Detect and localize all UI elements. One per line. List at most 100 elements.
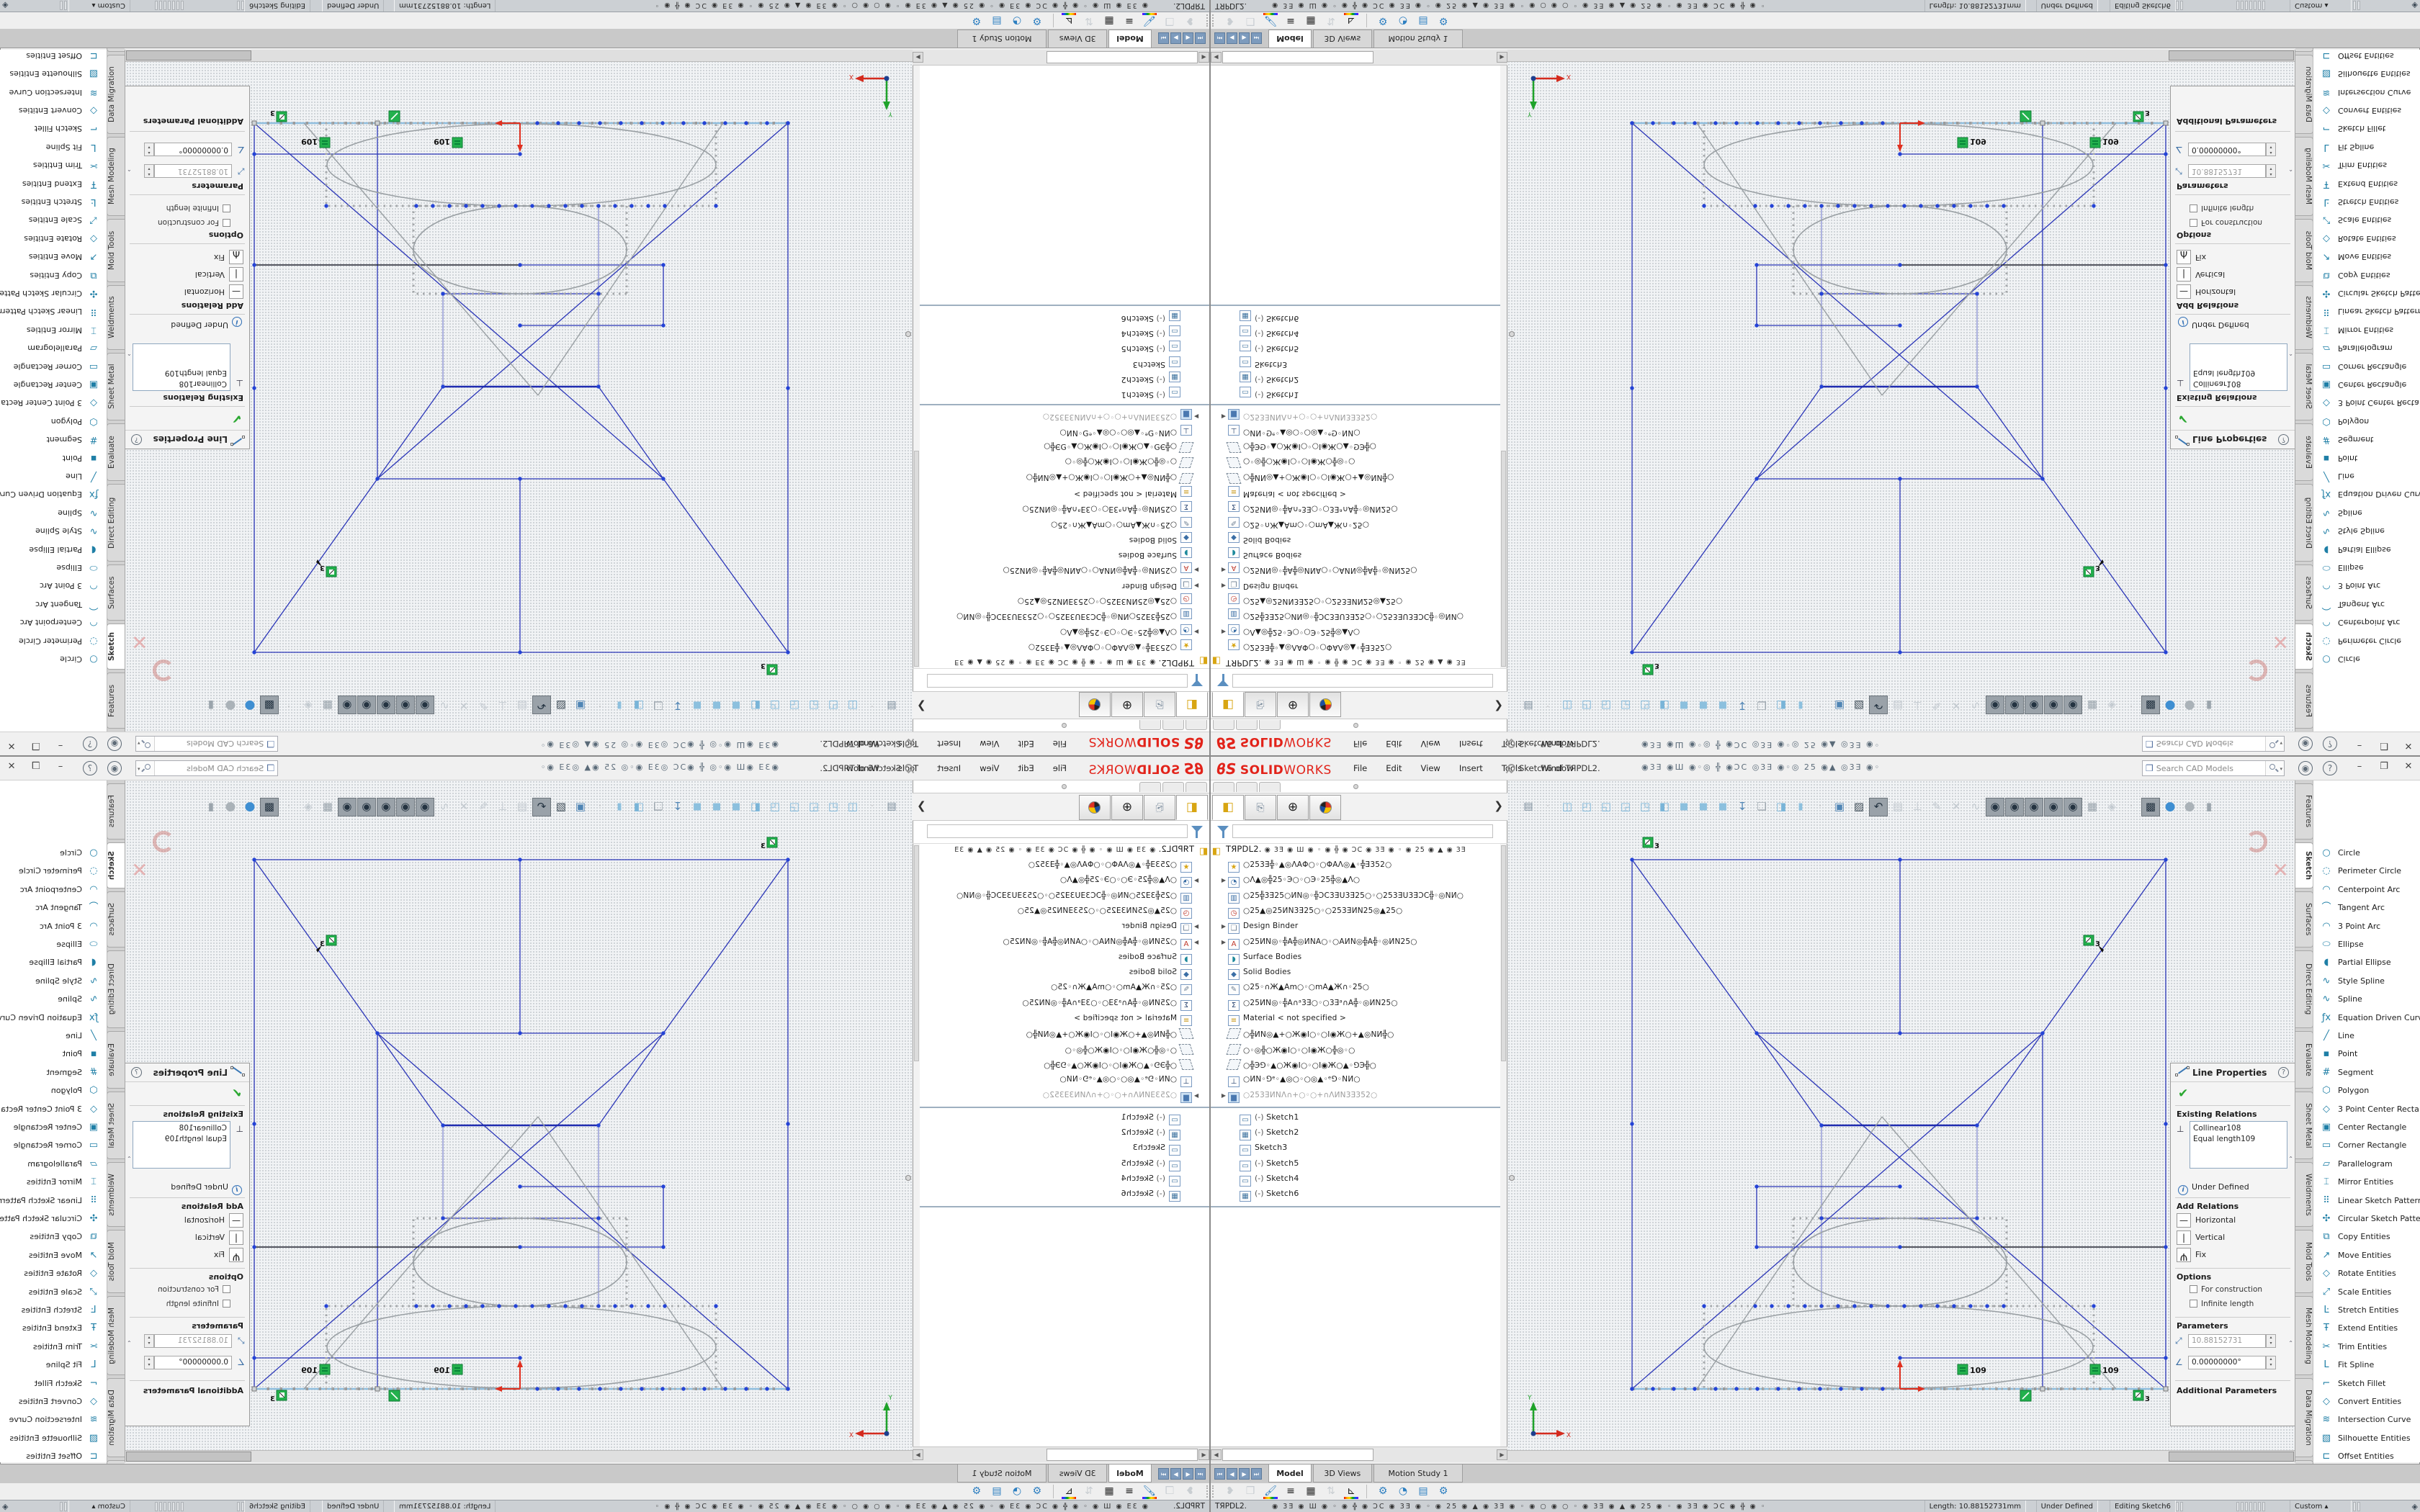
graphics-area[interactable]: ▤·◫◰◱◲◳◧■■■↧❏◨▮·▣▨↶▤⊥✎✕∿◉◉◉◉◉▦◈·▩●●▮ ✕ — [1507, 50, 2295, 732]
tool-line[interactable]: ╱Line — [2313, 1027, 2420, 1045]
model-tab-3d-views[interactable]: 3D Views — [1313, 30, 1372, 48]
panel-tab-stub[interactable] — [1139, 782, 1161, 792]
tab-nav-button[interactable]: ⏮ — [1214, 1468, 1225, 1480]
tree-sketch-item[interactable]: ▭Sketch3 — [1240, 1143, 1500, 1158]
tab-nav-button[interactable]: ⏮ — [1195, 1468, 1206, 1480]
tool-convert-entities[interactable]: ◇Convert Entities — [0, 1392, 107, 1410]
tree-expand-arrow[interactable]: ▶ — [1219, 877, 1228, 883]
tree-sketch-item[interactable]: ▭(-) Sketch4 — [920, 1174, 1180, 1189]
tool-move-entities[interactable]: ↗Move Entities — [2313, 248, 2420, 266]
tool-3-point-center-recta-[interactable]: ◇3 Point Center Recta... — [0, 394, 107, 412]
tool-copy-entities[interactable]: ⧉Copy Entities — [0, 266, 107, 284]
tree-item[interactable]: ○╬Э⅁◦▲○Ж◉I○◦○I◉Ж○▲◦⅁Э╬○ — [1219, 438, 1500, 453]
relation-item[interactable]: Collinear108 — [2193, 378, 2284, 389]
close-button[interactable]: ✕ — [2399, 761, 2418, 772]
bottom-toolbar-icon[interactable]: ▦ — [1301, 1484, 1320, 1499]
tree-sketch-item[interactable]: ▦(-) Sketch2 — [920, 369, 1180, 384]
bottom-toolbar-icon[interactable]: ◔ — [1008, 1484, 1026, 1499]
tool-segment[interactable]: #Segment — [2313, 1063, 2420, 1081]
tree-item[interactable]: ◗Surface Bodies — [1219, 545, 1500, 560]
tool-copy-entities[interactable]: ⧉Copy Entities — [2313, 1228, 2420, 1246]
search-input[interactable]: Search CAD Models — [2156, 739, 2265, 749]
tab-nav-button[interactable]: ▶ — [1239, 1468, 1250, 1480]
tool-linear-sketch-pattern[interactable]: ⠿Linear Sketch Pattern — [2313, 302, 2420, 320]
tool-mirror-entities[interactable]: ⌶Mirror Entities — [2313, 321, 2420, 339]
collapse-caret-icon[interactable]: ⌃ — [127, 1340, 132, 1346]
tree-sketch-item[interactable]: ▭(-) Sketch4 — [920, 323, 1180, 338]
tool-circular-sketch-pattern[interactable]: ✣Circular Sketch Pattern — [2313, 284, 2420, 302]
checkbox-icon[interactable] — [223, 1300, 230, 1308]
tool-parallelogram[interactable]: ▱Parallelogram — [0, 1155, 107, 1173]
tool-rotate-entities[interactable]: ◇Rotate Entities — [2313, 1264, 2420, 1282]
tab-nav-button[interactable]: ⏮ — [1195, 32, 1206, 44]
tool-silhouette-entities[interactable]: ▧Silhouette Entities — [2313, 65, 2420, 83]
tree-sketch-item[interactable]: ▦(-) Sketch6 — [1240, 1189, 1500, 1204]
tab-nav-button[interactable]: ▶ — [1239, 32, 1250, 44]
minimize-button[interactable]: – — [2350, 740, 2369, 751]
tree-item[interactable]: ▶A○25ИN◎◦╬A╬◎ИNA○◦○AИN◎╬A╬◦◎ИN25○ — [1219, 561, 1500, 576]
tool-circular-sketch-pattern[interactable]: ✣Circular Sketch Pattern — [0, 1210, 107, 1228]
menu-edit[interactable]: Edit — [1008, 757, 1043, 780]
add-relation-vertical[interactable]: |Vertical — [195, 266, 243, 282]
tool-3-point-center-recta-[interactable]: ◇3 Point Center Recta... — [2313, 394, 2420, 412]
add-relation-vertical[interactable]: |Vertical — [2177, 266, 2225, 282]
tool-stretch-entities[interactable]: ĿStretch Entities — [2313, 1301, 2420, 1319]
tool-center-rectangle[interactable]: ▣Center Rectangle — [0, 376, 107, 394]
tree-expand-arrow[interactable]: ▶ — [1192, 1092, 1201, 1099]
model-tab-3d-views[interactable]: 3D Views — [1313, 1464, 1372, 1482]
menu-file[interactable]: File — [1044, 732, 1076, 755]
tab-surfaces[interactable]: Surfaces — [107, 891, 125, 948]
menu-edit[interactable]: Edit — [1376, 732, 1411, 755]
restore-button[interactable]: ❐ — [27, 761, 45, 772]
bottom-toolbar-icon[interactable]: ▦ — [1301, 13, 1320, 28]
tree-item[interactable]: ▶◔○Λ▲◎╬25◦Э○◦○Э◦25╬◎▲Λ○ — [920, 622, 1201, 637]
panel-tab-stub[interactable] — [1162, 782, 1184, 792]
tool-copy-entities[interactable]: ⧉Copy Entities — [0, 1228, 107, 1246]
bottom-toolbar-icon[interactable]: ≡ — [1281, 1484, 1300, 1499]
checkbox-infinite-length[interactable]: Infinite length — [166, 201, 230, 212]
menu-insert[interactable]: Insert — [1450, 732, 1492, 755]
tool-offset-entities[interactable]: ⊏Offset Entities — [2313, 50, 2420, 65]
tree-item[interactable]: ◆Solid Bodies — [1219, 967, 1500, 982]
tree-expand-arrow[interactable]: ▶ — [1219, 582, 1228, 589]
bottom-toolbar-icon[interactable]: ❒ — [1160, 1484, 1179, 1499]
tree-sketch-item[interactable]: ▭(-) Sketch5 — [1240, 1158, 1500, 1174]
tab-surfaces[interactable]: Surfaces — [2295, 891, 2313, 948]
checkbox-icon[interactable] — [2190, 1285, 2197, 1293]
tool-convert-entities[interactable]: ◇Convert Entities — [2313, 102, 2420, 120]
tab-propertymanager[interactable]: ⎘ — [1245, 692, 1276, 717]
bottom-toolbar-icon[interactable]: ⇅ — [1080, 13, 1098, 28]
checkbox-for-construction[interactable]: For construction — [2190, 215, 2262, 227]
tool-centerpoint-arc[interactable]: ◠Centerpoint Arc — [0, 613, 107, 631]
tree-item[interactable]: ◷○25▲◎25ИN3Ǝ25○◦○253ƎИN25◎▲25○ — [1219, 906, 1500, 921]
tab-evaluate[interactable]: Evaluate — [107, 423, 125, 481]
tree-item[interactable]: ◷○25▲◎25ИN3Ǝ25○◦○253ƎИN25◎▲25○ — [920, 591, 1201, 606]
tool-linear-sketch-pattern[interactable]: ⠿Linear Sketch Pattern — [0, 1192, 107, 1210]
tool-equation-driven-curve[interactable]: ƒxEquation Driven Curve — [0, 1009, 107, 1027]
tree-item[interactable]: ✎○25◦∩Ж▲Am○◦○mA▲Ж∩◦25○ — [920, 515, 1201, 530]
tree-item[interactable]: ▶A○25ИN◎◦╬A╬◎ИNA○◦○AИN◎╬A╬◦◎ИN25○ — [920, 937, 1201, 952]
tree-expand-arrow[interactable]: ▶ — [1192, 877, 1201, 883]
tool-scale-entities[interactable]: ⤢Scale Entities — [2313, 1283, 2420, 1301]
scroll-thumb[interactable] — [2169, 50, 2294, 60]
model-tab-motion-study-1[interactable]: Motion Study 1 — [957, 1464, 1047, 1482]
menu-insert[interactable]: Insert — [1450, 757, 1492, 780]
scroll-thumb[interactable] — [126, 1452, 251, 1462]
tree-horizontal-scrollbar[interactable]: ◀ ▶ — [913, 50, 1209, 66]
tab-displaymanager[interactable] — [1309, 795, 1341, 820]
tool-tangent-arc[interactable]: ⌒Tangent Arc — [0, 899, 107, 917]
quick-access-icons[interactable]: ◉3Ǝ ◉Ш ◉◦◎ ╬ ◉ƆC ◎3Ǝ ◉◦◎ 25 ◉▲ ◎3Ǝ ◉◦ — [1641, 762, 2045, 772]
tab-data-migration[interactable]: Data Migration — [2295, 1378, 2313, 1457]
tool-tangent-arc[interactable]: ⌒Tangent Arc — [0, 595, 107, 613]
menu-view[interactable]: View — [970, 732, 1008, 755]
bottom-toolbar-icon[interactable]: ⇅ — [1080, 1484, 1098, 1499]
tree-item[interactable]: ◗Surface Bodies — [920, 545, 1201, 560]
tree-item[interactable]: Σ○25ИN◎◦╬A∩ᵃ3Ǝ○◦○3Ǝᵃ∩A╬◦◎ИN25○ — [1219, 998, 1500, 1013]
tool-convert-entities[interactable]: ◇Convert Entities — [2313, 1392, 2420, 1410]
search-box[interactable]: ❒ Search CAD Models ▾ — [2142, 736, 2285, 752]
checkbox-infinite-length[interactable]: Infinite length — [2190, 1300, 2254, 1311]
tab-sketch[interactable]: Sketch — [2295, 842, 2313, 888]
tree-item[interactable]: ▶▆○253ƎИNΛ∩+○◦○+∩ΛИN3Ǝ352○ — [920, 1090, 1201, 1105]
tab-direct-editing[interactable]: Direct Editing — [107, 484, 125, 562]
tree-item[interactable]: ○╬ИN◎▲+○Ж◉I○◦○I◉Ж○+▲◎NИ╬○ — [1219, 1028, 1500, 1043]
